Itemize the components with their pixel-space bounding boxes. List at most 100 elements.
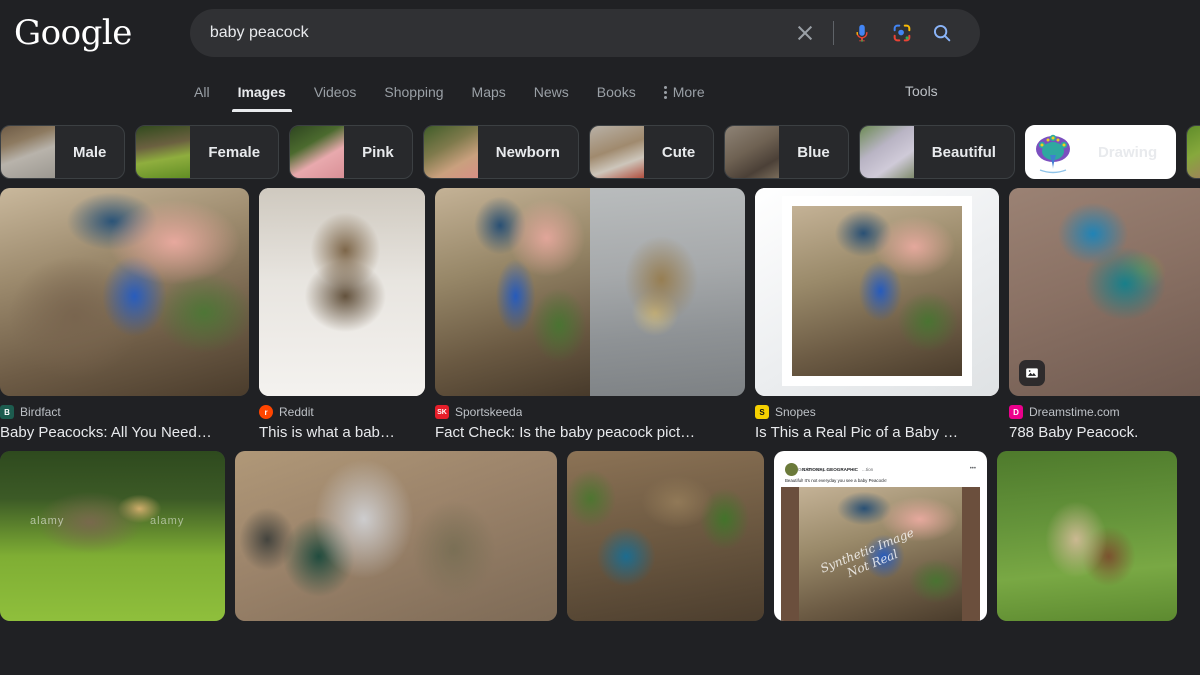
search-bar-actions [785, 13, 980, 53]
result-card[interactable] [235, 451, 557, 621]
thumbnail-art [0, 188, 249, 396]
favicon-icon: S [755, 405, 769, 419]
chip-label: Cute [644, 144, 713, 161]
alamy-watermark: alamy [150, 515, 184, 527]
thumbnail-art [259, 188, 425, 396]
post-side-left [781, 487, 799, 621]
page-header: Google [0, 0, 1200, 112]
kebab-menu-icon [664, 86, 667, 99]
thumbnail-art-left [435, 188, 590, 396]
source-name: Birdfact [20, 405, 61, 419]
image-count-badge [1019, 360, 1045, 386]
search-submit-button[interactable] [922, 13, 962, 53]
result-title[interactable]: Baby Peacocks: All You Need… [0, 423, 249, 443]
tab-books[interactable]: Books [583, 85, 650, 112]
result-thumbnail[interactable] [1009, 188, 1200, 396]
chip-label: Blue [779, 144, 848, 161]
result-thumbnail[interactable] [755, 188, 999, 396]
favicon-icon: r [259, 405, 273, 419]
result-thumbnail[interactable] [435, 188, 745, 396]
source-name: Snopes [775, 405, 816, 419]
peacock-drawing-icon [1026, 125, 1080, 179]
google-logo[interactable]: Google [10, 13, 136, 53]
result-thumbnail[interactable] [235, 451, 557, 621]
result-card[interactable]: SK Sportskeeda Fact Check: Is the baby p… [435, 188, 745, 443]
chip-thumbnail [590, 125, 644, 179]
thumbnail-art [0, 451, 225, 621]
chip-thumbnail [290, 125, 344, 179]
result-title[interactable]: Fact Check: Is the baby peacock pict… [435, 423, 745, 443]
tab-maps[interactable]: Maps [458, 85, 520, 112]
chip-thumbnail [1026, 125, 1080, 179]
chip-drawing[interactable]: Drawing [1025, 125, 1176, 179]
tools-button[interactable]: Tools [905, 83, 938, 99]
social-post-meta: October · May 4 [798, 467, 828, 472]
search-input[interactable] [190, 23, 785, 43]
result-thumbnail[interactable] [259, 188, 425, 396]
search-nav-tabs: All Images Videos Shopping Maps News Boo… [0, 66, 1200, 112]
chip-thumbnail [136, 125, 190, 179]
result-thumbnail[interactable]: NATIONAL GEOGRAPHIC ...tion ••• October … [774, 451, 987, 621]
thumbnail-art [567, 451, 764, 621]
chip-cute[interactable]: Cute [589, 125, 714, 179]
result-card[interactable]: B Birdfact Baby Peacocks: All You Need… [0, 188, 249, 443]
chip-label: Drawing [1080, 144, 1175, 161]
result-meta: SK Sportskeeda Fact Check: Is the baby p… [435, 404, 745, 443]
result-title[interactable]: Is This a Real Pic of a Baby … [755, 423, 999, 443]
result-meta: S Snopes Is This a Real Pic of a Baby … [755, 404, 999, 443]
result-source: SK Sportskeeda [435, 404, 745, 420]
thumbnail-art [997, 451, 1177, 621]
chip-beautiful[interactable]: Beautiful [859, 125, 1015, 179]
chip-newborn[interactable]: Newborn [423, 125, 579, 179]
tab-books-label: Books [597, 85, 636, 99]
result-card[interactable]: S Snopes Is This a Real Pic of a Baby … [755, 188, 999, 443]
result-source: S Snopes [755, 404, 999, 420]
result-title[interactable]: This is what a bab… [259, 423, 425, 443]
tab-images[interactable]: Images [224, 85, 300, 112]
tab-more[interactable]: More [650, 85, 719, 112]
voice-search-button[interactable] [842, 13, 882, 53]
tab-news-label: News [534, 85, 569, 99]
framed-inner-image [792, 206, 962, 376]
result-card[interactable]: alamy alamy [0, 451, 225, 621]
lens-search-button[interactable] [882, 13, 922, 53]
tab-maps-label: Maps [472, 85, 506, 99]
result-title[interactable]: 788 Baby Peacock. [1009, 423, 1200, 443]
image-results-grid: B Birdfact Baby Peacocks: All You Need… … [0, 188, 1200, 621]
tab-shopping[interactable]: Shopping [370, 85, 457, 112]
thumbnail-art [235, 451, 557, 621]
result-thumbnail[interactable] [0, 188, 249, 396]
chip-thumbnail [1187, 125, 1200, 179]
tab-all[interactable]: All [180, 85, 224, 112]
favicon-letter: SK [437, 409, 447, 416]
clear-search-button[interactable] [785, 13, 825, 53]
favicon-letter: S [759, 408, 764, 417]
post-side-right [962, 487, 980, 621]
tab-all-label: All [194, 85, 210, 99]
result-card[interactable]: r Reddit This is what a bab… [259, 188, 425, 443]
tab-news[interactable]: News [520, 85, 583, 112]
result-thumbnail[interactable] [997, 451, 1177, 621]
google-lens-icon [891, 22, 913, 44]
chip-female[interactable]: Female [135, 125, 279, 179]
chip-male[interactable]: Male [0, 125, 125, 179]
more-options-icon[interactable]: ••• [970, 466, 976, 472]
result-card[interactable]: D Dreamstime.com 788 Baby Peacock. [1009, 188, 1200, 443]
favicon-icon: D [1009, 405, 1023, 419]
close-icon [796, 24, 814, 42]
search-bar[interactable] [190, 9, 980, 57]
chip-pink[interactable]: Pink [289, 125, 413, 179]
related-filter-chips[interactable]: Male Female Pink Newborn Cute Blue Beaut… [0, 116, 1200, 188]
result-thumbnail[interactable] [567, 451, 764, 621]
result-source: r Reddit [259, 404, 425, 420]
result-thumbnail[interactable]: alamy alamy [0, 451, 225, 621]
result-card[interactable] [567, 451, 764, 621]
source-name: Sportskeeda [455, 405, 522, 419]
result-card[interactable] [997, 451, 1177, 621]
chip-label: Female [190, 144, 278, 161]
chip-overflow[interactable] [1186, 125, 1200, 179]
chip-thumbnail [860, 125, 914, 179]
chip-blue[interactable]: Blue [724, 125, 849, 179]
tab-videos[interactable]: Videos [300, 85, 371, 112]
result-card[interactable]: NATIONAL GEOGRAPHIC ...tion ••• October … [774, 451, 987, 621]
